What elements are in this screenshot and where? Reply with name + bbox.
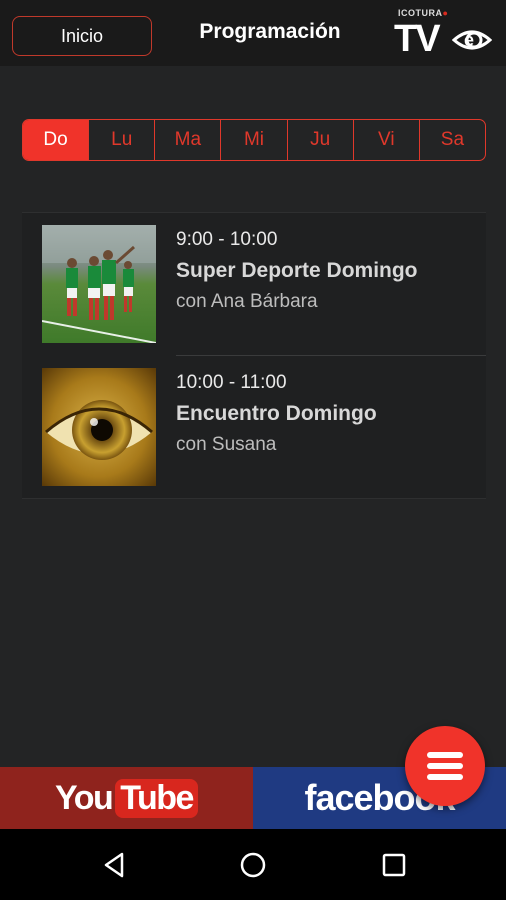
back-triangle-icon[interactable] [100, 851, 128, 879]
program-info: 9:00 - 10:00 Super Deporte Domingo con A… [176, 229, 476, 313]
tab-viernes[interactable]: Vi [354, 120, 420, 160]
program-time: 10:00 - 11:00 [176, 372, 287, 393]
tab-jueves[interactable]: Ju [288, 120, 354, 160]
program-title: Encuentro Domingo [176, 402, 377, 425]
program-time: 9:00 - 10:00 [176, 229, 278, 250]
svg-text:e: e [464, 30, 474, 50]
inicio-button[interactable]: Inicio [12, 16, 152, 56]
menu-fab-button[interactable] [405, 726, 485, 806]
program-title: Super Deporte Domingo [176, 259, 418, 282]
golden-eye-image [42, 368, 156, 486]
home-circle-icon[interactable] [239, 851, 267, 879]
program-list: 9:00 - 10:00 Super Deporte Domingo con A… [22, 212, 486, 499]
program-host: con Susana [176, 434, 277, 455]
program-info: 10:00 - 11:00 Encuentro Domingo con Susa… [176, 372, 476, 456]
page-title: Programación [199, 20, 341, 43]
recent-apps-square-icon[interactable] [380, 851, 408, 879]
day-selector: Do Lu Ma Mi Ju Vi Sa [22, 119, 486, 161]
logo-small-text: ICOTURA● [398, 8, 449, 18]
list-item[interactable]: 9:00 - 10:00 Super Deporte Domingo con A… [22, 213, 486, 356]
program-host: con Ana Bárbara [176, 291, 318, 312]
eye-logo-icon: e [452, 30, 492, 50]
tab-domingo[interactable]: Do [23, 120, 90, 160]
youtube-logo-tube: Tube [115, 778, 198, 818]
tve-logo: ICOTURA● TV e [392, 6, 494, 62]
tab-lunes[interactable]: Lu [89, 120, 156, 160]
list-item[interactable]: 10:00 - 11:00 Encuentro Domingo con Susa… [22, 356, 486, 499]
youtube-button[interactable]: You Tube [0, 767, 253, 829]
youtube-logo-you: You [55, 778, 114, 817]
hamburger-menu-icon [427, 752, 463, 780]
top-bar: Inicio Programación ICOTURA● TV e [0, 0, 506, 66]
tab-martes[interactable]: Ma [155, 120, 222, 160]
tab-sabado[interactable]: Sa [420, 120, 485, 160]
tab-miercoles[interactable]: Mi [221, 120, 288, 160]
logo-tv-text: TV [394, 18, 441, 60]
soccer-players-image [42, 225, 156, 343]
android-nav-bar [0, 829, 506, 900]
